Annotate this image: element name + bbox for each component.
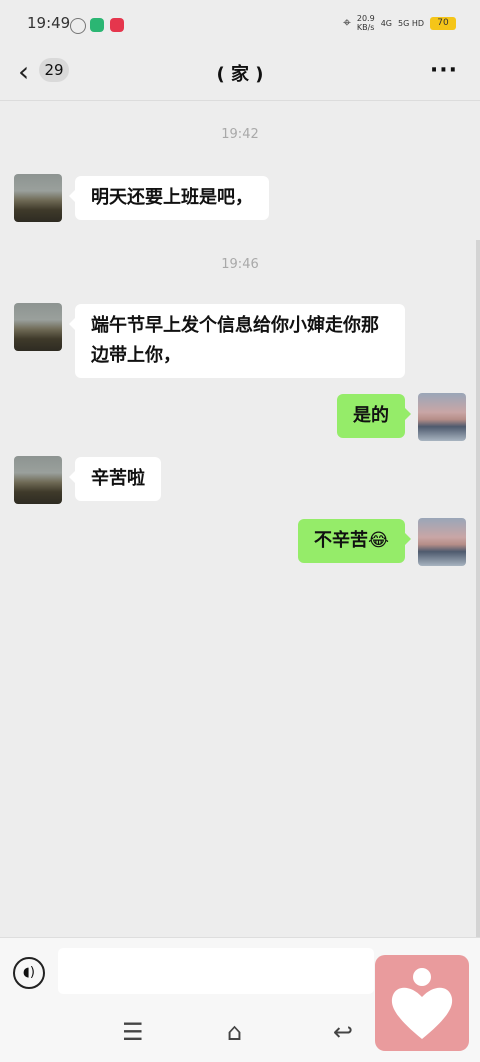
- k-app-icon: [70, 18, 86, 34]
- battery-icon: 70: [430, 16, 456, 30]
- system-navigation-bar: ☰ ⌂ ↩: [0, 1010, 480, 1054]
- more-options-icon[interactable]: ···: [430, 58, 458, 83]
- location-icon: ⌖: [342, 15, 351, 31]
- signal-4g: 4G: [380, 18, 392, 28]
- status-time: 19:49: [27, 14, 71, 32]
- scrollbar[interactable]: [476, 240, 480, 940]
- message-input[interactable]: [58, 948, 374, 994]
- timestamp: 19:46: [221, 257, 259, 272]
- menu-icon[interactable]: ☰: [122, 1018, 144, 1046]
- message-bubble[interactable]: 端午节早上发个信息给你小婶走你那边带上你，: [69, 304, 405, 378]
- back-nav-icon[interactable]: ↩: [333, 1018, 353, 1046]
- timestamp: 19:42: [221, 127, 259, 142]
- chat-title: ( 家 ): [216, 64, 264, 85]
- message-bubble[interactable]: 辛苦啦: [69, 457, 161, 501]
- message-bubble[interactable]: 明天还要上班是吧，: [69, 176, 269, 220]
- status-bar: 19:49 ⌖ 20.9 KB/s 4G 5G HD 70: [0, 0, 480, 48]
- avatar[interactable]: [418, 518, 466, 566]
- message-bubble[interactable]: 是的: [337, 394, 411, 438]
- network-speed: 20.9 KB/s: [356, 14, 375, 32]
- red-app-icon: [110, 18, 124, 32]
- home-icon[interactable]: ⌂: [227, 1018, 242, 1046]
- voice-input-icon[interactable]: ◖): [13, 957, 45, 989]
- message-bubble[interactable]: 不辛苦😂: [297, 519, 412, 563]
- avatar[interactable]: [14, 174, 62, 222]
- green-app-icon: [90, 18, 104, 32]
- avatar[interactable]: [14, 303, 62, 351]
- avatar[interactable]: [14, 456, 62, 504]
- avatar[interactable]: [418, 393, 466, 441]
- chat-header: ‹ 29 ( 家 ) ···: [0, 48, 480, 101]
- signal-5g: 5G HD: [397, 18, 424, 28]
- status-indicators: ⌖ 20.9 KB/s 4G 5G HD 70: [343, 14, 456, 32]
